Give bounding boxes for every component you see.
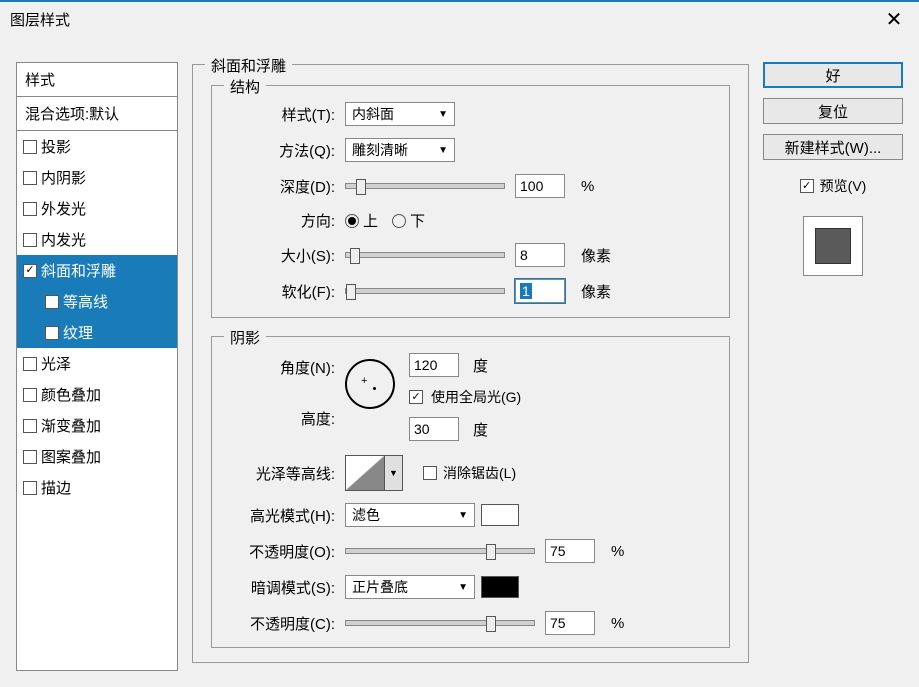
- style-item-5[interactable]: 等高线: [17, 286, 177, 317]
- style-item-3[interactable]: 内发光: [17, 224, 177, 255]
- gloss-contour-label: 光泽等高线:: [230, 463, 345, 484]
- method-label: 方法(Q):: [230, 140, 345, 161]
- direction-up-radio[interactable]: [345, 214, 359, 228]
- style-item-10[interactable]: 图案叠加: [17, 441, 177, 472]
- style-item-label: 斜面和浮雕: [41, 260, 116, 281]
- global-light-checkbox[interactable]: [409, 390, 423, 404]
- style-item-0[interactable]: 投影: [17, 131, 177, 162]
- reset-button[interactable]: 复位: [763, 98, 903, 124]
- style-item-label: 渐变叠加: [41, 415, 101, 436]
- structure-title: 结构: [224, 76, 266, 97]
- style-checkbox[interactable]: [45, 326, 59, 340]
- direction-down-radio[interactable]: [392, 214, 406, 228]
- depth-input[interactable]: 100: [515, 174, 565, 198]
- highlight-opacity-label: 不透明度(O):: [230, 541, 345, 562]
- shadow-opacity-slider[interactable]: [345, 620, 535, 626]
- style-checkbox[interactable]: [23, 140, 37, 154]
- style-checkbox[interactable]: [23, 481, 37, 495]
- style-label: 样式(T):: [230, 104, 345, 125]
- main-panel: 斜面和浮雕 结构 样式(T): 内斜面 ▼ 方法(Q): 雕刻: [192, 62, 749, 671]
- direction-label: 方向:: [230, 210, 345, 231]
- angle-label: 角度(N):: [230, 357, 335, 378]
- altitude-label: 高度:: [230, 408, 335, 429]
- styles-list: 投影内阴影外发光内发光斜面和浮雕等高线纹理光泽颜色叠加渐变叠加图案叠加描边: [17, 131, 177, 503]
- new-style-button[interactable]: 新建样式(W)...: [763, 134, 903, 160]
- style-item-8[interactable]: 颜色叠加: [17, 379, 177, 410]
- highlight-opacity-slider[interactable]: [345, 548, 535, 554]
- bevel-emboss-title: 斜面和浮雕: [205, 55, 292, 76]
- style-checkbox[interactable]: [23, 264, 37, 278]
- soften-slider[interactable]: [345, 288, 505, 294]
- style-item-6[interactable]: 纹理: [17, 317, 177, 348]
- layer-style-dialog: 图层样式 ✕ 样式 混合选项:默认 投影内阴影外发光内发光斜面和浮雕等高线纹理光…: [0, 0, 919, 687]
- style-item-2[interactable]: 外发光: [17, 193, 177, 224]
- button-panel: 好 复位 新建样式(W)... 预览(V): [763, 62, 903, 671]
- style-item-4[interactable]: 斜面和浮雕: [17, 255, 177, 286]
- preview-swatch: [803, 216, 863, 276]
- angle-dial[interactable]: +: [345, 359, 395, 409]
- size-label: 大小(S):: [230, 245, 345, 266]
- method-combo[interactable]: 雕刻清晰 ▼: [345, 138, 455, 162]
- style-checkbox[interactable]: [23, 233, 37, 247]
- styles-header[interactable]: 样式: [17, 63, 177, 97]
- depth-slider[interactable]: [345, 183, 505, 189]
- style-item-label: 纹理: [63, 322, 93, 343]
- structure-group: 结构 样式(T): 内斜面 ▼ 方法(Q): 雕刻清晰 ▼: [211, 85, 730, 318]
- style-item-7[interactable]: 光泽: [17, 348, 177, 379]
- altitude-input[interactable]: 30: [409, 417, 459, 441]
- close-icon[interactable]: ✕: [879, 7, 909, 32]
- soften-label: 软化(F):: [230, 281, 345, 302]
- style-item-11[interactable]: 描边: [17, 472, 177, 503]
- style-checkbox[interactable]: [23, 388, 37, 402]
- preview-checkbox[interactable]: [800, 179, 814, 193]
- shadow-mode-combo[interactable]: 正片叠底 ▼: [345, 575, 475, 599]
- shadow-group: 阴影 角度(N): 高度: + 120: [211, 336, 730, 648]
- highlight-mode-label: 高光模式(H):: [230, 505, 345, 526]
- style-item-9[interactable]: 渐变叠加: [17, 410, 177, 441]
- style-checkbox[interactable]: [23, 357, 37, 371]
- chevron-down-icon: ▼: [458, 510, 468, 521]
- size-slider[interactable]: [345, 252, 505, 258]
- antialias-checkbox[interactable]: [423, 466, 437, 480]
- shadow-title: 阴影: [224, 327, 266, 348]
- chevron-down-icon: ▼: [438, 109, 448, 120]
- ok-button[interactable]: 好: [763, 62, 903, 88]
- style-item-label: 颜色叠加: [41, 384, 101, 405]
- depth-label: 深度(D):: [230, 176, 345, 197]
- style-item-label: 描边: [41, 477, 71, 498]
- shadow-opacity-label: 不透明度(C):: [230, 613, 345, 634]
- style-item-label: 内阴影: [41, 167, 86, 188]
- style-item-label: 图案叠加: [41, 446, 101, 467]
- shadow-opacity-input[interactable]: 75: [545, 611, 595, 635]
- style-item-label: 光泽: [41, 353, 71, 374]
- blend-options[interactable]: 混合选项:默认: [17, 97, 177, 131]
- style-checkbox[interactable]: [23, 450, 37, 464]
- style-checkbox[interactable]: [23, 171, 37, 185]
- highlight-mode-combo[interactable]: 滤色 ▼: [345, 503, 475, 527]
- size-input[interactable]: 8: [515, 243, 565, 267]
- shadow-mode-label: 暗调模式(S):: [230, 577, 345, 598]
- style-checkbox[interactable]: [23, 419, 37, 433]
- chevron-down-icon: ▼: [438, 145, 448, 156]
- style-item-label: 内发光: [41, 229, 86, 250]
- style-combo[interactable]: 内斜面 ▼: [345, 102, 455, 126]
- style-item-1[interactable]: 内阴影: [17, 162, 177, 193]
- style-checkbox[interactable]: [45, 295, 59, 309]
- style-item-label: 外发光: [41, 198, 86, 219]
- style-item-label: 等高线: [63, 291, 108, 312]
- soften-input[interactable]: 1: [515, 279, 565, 303]
- gloss-contour-dropdown[interactable]: ▼: [385, 455, 403, 491]
- bevel-emboss-group: 斜面和浮雕 结构 样式(T): 内斜面 ▼ 方法(Q): 雕刻: [192, 64, 749, 663]
- chevron-down-icon: ▼: [458, 582, 468, 593]
- window-title: 图层样式: [10, 9, 70, 30]
- gloss-contour-swatch[interactable]: [345, 455, 385, 491]
- style-item-label: 投影: [41, 136, 71, 157]
- titlebar: 图层样式 ✕: [0, 2, 919, 36]
- style-checkbox[interactable]: [23, 202, 37, 216]
- highlight-color-swatch[interactable]: [481, 504, 519, 526]
- styles-panel: 样式 混合选项:默认 投影内阴影外发光内发光斜面和浮雕等高线纹理光泽颜色叠加渐变…: [16, 62, 178, 671]
- angle-input[interactable]: 120: [409, 353, 459, 377]
- shadow-color-swatch[interactable]: [481, 576, 519, 598]
- highlight-opacity-input[interactable]: 75: [545, 539, 595, 563]
